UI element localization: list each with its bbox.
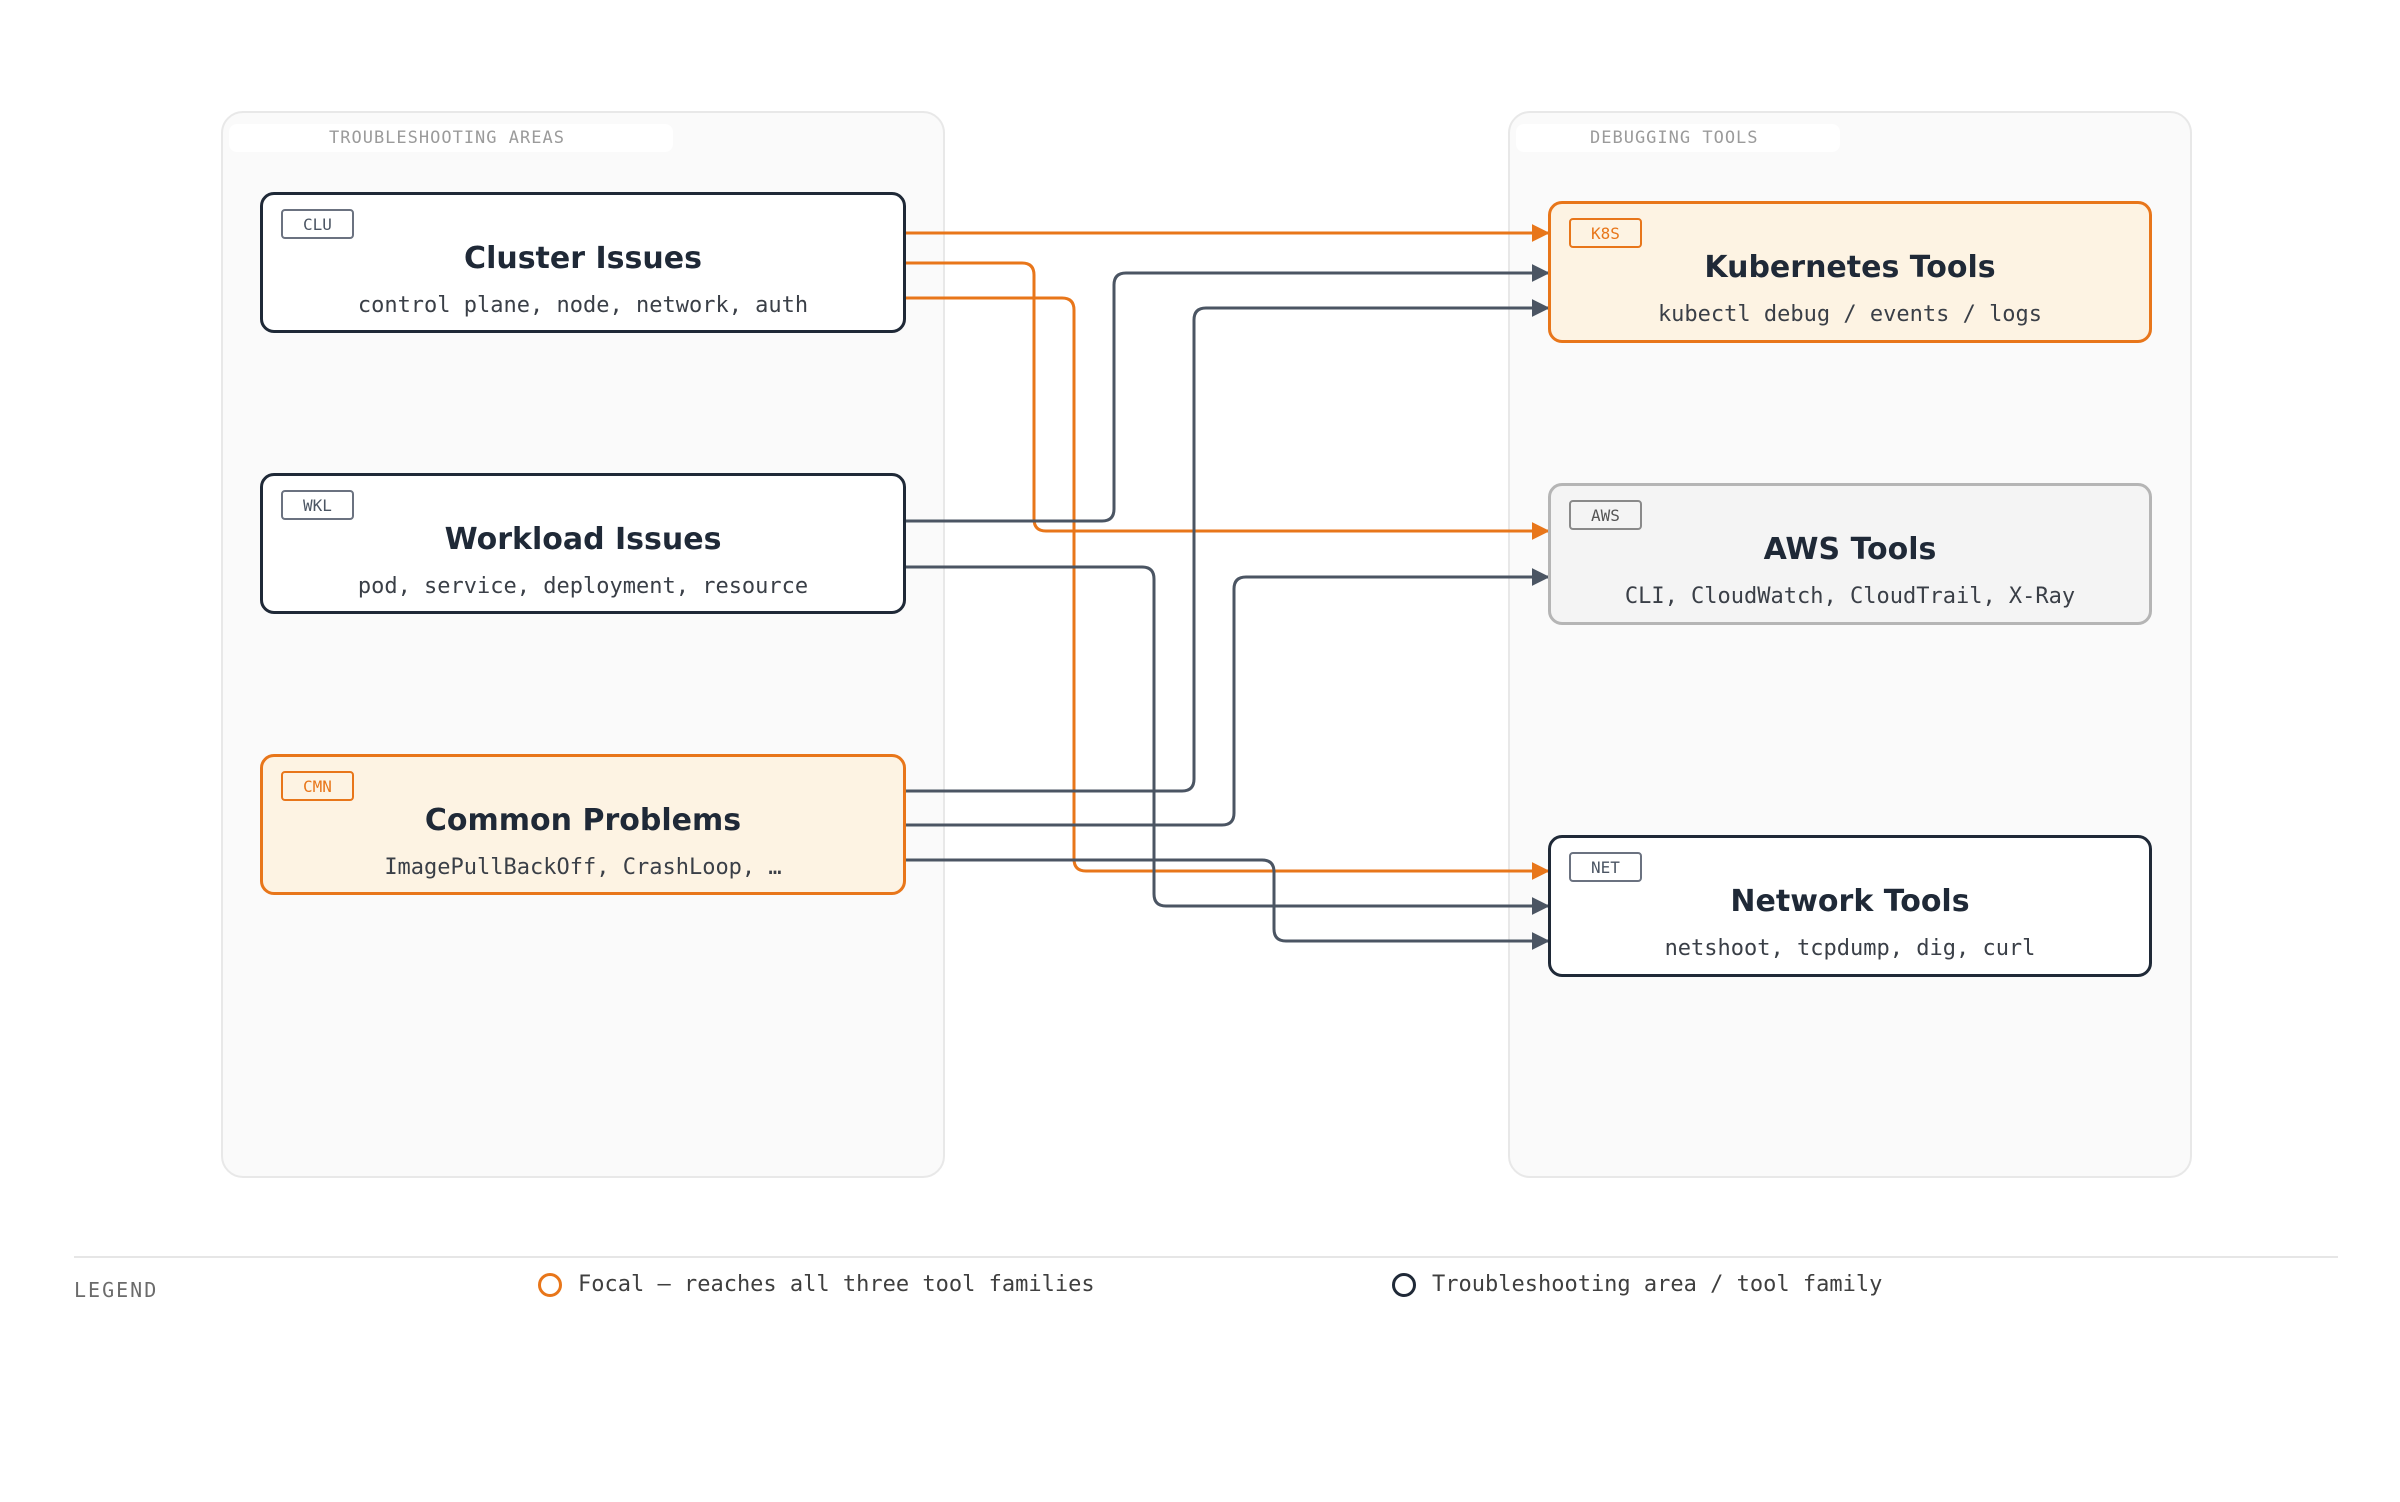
- node-subtitle: control plane, node, network, auth: [357, 293, 809, 318]
- area-circle-icon: [1392, 1272, 1416, 1297]
- legend-item-label: Focal — reaches all three tool families: [578, 1272, 1095, 1297]
- edge-workload-net: [906, 565, 1550, 915]
- node-common-problems[interactable]: CMN Common Problems ImagePullBackOff, Cr…: [260, 754, 906, 895]
- node-subtitle: pod, service, deployment, resource: [357, 574, 809, 599]
- node-subtitle: CLI, CloudWatch, CloudTrail, X-Ray: [1624, 584, 2076, 609]
- legend-divider: [74, 1256, 2338, 1258]
- node-cluster-issues[interactable]: CLU Cluster Issues control plane, node, …: [260, 192, 906, 333]
- node-subtitle: kubectl debug / events / logs: [1657, 302, 2043, 327]
- legend-item-label: Troubleshooting area / tool family: [1432, 1272, 1883, 1297]
- node-title: Workload Issues: [444, 522, 722, 557]
- node-badge: CLU: [281, 209, 354, 239]
- legend-label: LEGEND: [74, 1278, 159, 1302]
- node-title: Cluster Issues: [464, 241, 702, 276]
- node-title: Kubernetes Tools: [1704, 250, 1996, 285]
- node-kubernetes-tools[interactable]: K8S Kubernetes Tools kubectl debug / eve…: [1548, 201, 2152, 343]
- node-badge: NET: [1569, 852, 1642, 882]
- node-subtitle: ImagePullBackOff, CrashLoop, …: [384, 855, 782, 880]
- legend-item-focal: Focal — reaches all three tool families: [538, 1272, 1095, 1297]
- node-badge: WKL: [281, 490, 354, 520]
- node-workload-issues[interactable]: WKL Workload Issues pod, service, deploy…: [260, 473, 906, 614]
- node-badge: K8S: [1569, 218, 1642, 248]
- edge-workload-k8s: [906, 264, 1550, 523]
- node-title: Common Problems: [424, 803, 742, 838]
- node-title: Network Tools: [1730, 884, 1970, 919]
- node-title: AWS Tools: [1763, 532, 1937, 567]
- edge-cluster-net: [906, 296, 1550, 880]
- edge-common-aws: [906, 568, 1550, 827]
- node-network-tools[interactable]: NET Network Tools netshoot, tcpdump, dig…: [1548, 835, 2152, 977]
- node-subtitle: netshoot, tcpdump, dig, curl: [1664, 936, 2036, 961]
- node-aws-tools[interactable]: AWS AWS Tools CLI, CloudWatch, CloudTrai…: [1548, 483, 2152, 625]
- node-badge: CMN: [281, 771, 354, 801]
- node-badge: AWS: [1569, 500, 1642, 530]
- legend-item-default: Troubleshooting area / tool family: [1392, 1272, 1882, 1297]
- edge-cluster-aws: [906, 261, 1550, 540]
- edge-common-k8s: [906, 299, 1550, 793]
- focal-circle-icon: [538, 1272, 562, 1297]
